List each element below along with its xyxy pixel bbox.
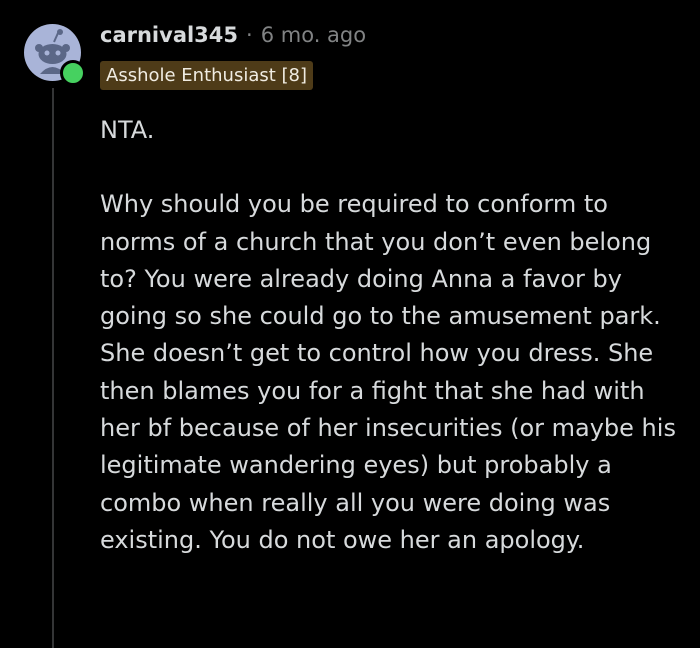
timestamp[interactable]: 6 mo. ago xyxy=(261,23,366,47)
comment-body: NTA. Why should you be required to confo… xyxy=(100,112,680,559)
online-status-icon xyxy=(60,60,86,86)
comment-meta: carnival345 · 6 mo. ago xyxy=(100,19,366,51)
thread-collapse-line[interactable] xyxy=(52,88,54,648)
comment-paragraph: Why should you be required to conform to… xyxy=(100,190,676,554)
user-flair: Asshole Enthusiast [8] xyxy=(100,61,314,90)
comment: carnival345 · 6 mo. ago Asshole Enthusia… xyxy=(0,0,700,648)
comment-paragraph: NTA. xyxy=(100,116,155,144)
meta-separator: · xyxy=(246,23,253,47)
username-link[interactable]: carnival345 xyxy=(100,23,238,47)
